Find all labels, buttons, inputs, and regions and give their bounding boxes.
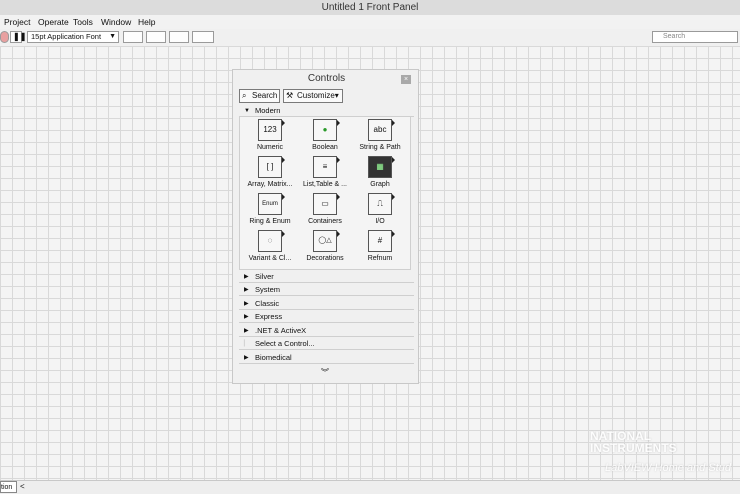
variant-class-tile[interactable]: ◌ Variant & Cl... <box>242 230 298 266</box>
labview-watermark: LabVIEW Home and Stud <box>605 462 731 474</box>
menu-help[interactable]: Help <box>138 15 155 29</box>
separator-icon: ▏ <box>244 341 249 347</box>
collapsed-triangle-icon: ▶ <box>244 287 249 293</box>
palette-search-button[interactable]: ⌕ Search <box>239 89 280 103</box>
graph-icon: ▦ <box>368 156 395 178</box>
ring-enum-tile[interactable]: Enum Ring & Enum <box>242 193 298 229</box>
collapsed-triangle-icon: ▶ <box>244 314 249 320</box>
decorations-icon: ◯△ <box>313 230 340 252</box>
menu-window[interactable]: Window <box>101 15 131 29</box>
io-tile[interactable]: ⎍ I/O <box>352 193 408 229</box>
close-icon[interactable]: × <box>401 75 411 84</box>
toolbar: ❚❚ 15pt Application Font ▼ Search <box>0 29 740 47</box>
search-icon: ⌕ <box>242 91 247 100</box>
window-title: Untitled 1 Front Panel <box>0 0 740 16</box>
expand-more-icon[interactable]: ︾ <box>321 367 329 378</box>
variant-class-icon: ◌ <box>258 230 285 252</box>
category-classic[interactable]: ▶ Classic <box>239 298 414 310</box>
list-table-tile[interactable]: ≡ List,Table & ... <box>297 156 353 192</box>
string-path-icon: abc <box>368 119 395 141</box>
refnum-icon: # <box>368 230 395 252</box>
search-input[interactable]: Search <box>652 31 738 43</box>
io-icon: ⎍ <box>368 193 395 215</box>
collapsed-triangle-icon: ▶ <box>244 355 249 361</box>
controls-palette: Controls × ⌕ Search ⚒ Customize▾ ▼ Modern 1… <box>232 69 419 384</box>
chevron-down-icon: ▼ <box>109 33 116 40</box>
numeric-tile[interactable]: 123 Numeric <box>242 119 298 155</box>
menu-operate[interactable]: Operate <box>38 15 69 29</box>
refnum-tile[interactable]: # Refnum <box>352 230 408 266</box>
pause-button[interactable]: ❚❚ <box>10 31 26 43</box>
menu-project[interactable]: Project <box>4 15 30 29</box>
string-path-tile[interactable]: abc String & Path <box>352 119 408 155</box>
resize-objects-icon[interactable] <box>169 31 189 43</box>
array-matrix-tile[interactable]: [ ] Array, Matrix... <box>242 156 298 192</box>
palette-title: Controls <box>307 73 346 84</box>
font-dropdown[interactable]: 15pt Application Font ▼ <box>27 31 119 43</box>
numeric-icon: 123 <box>258 119 285 141</box>
status-bar: tion < <box>0 480 740 494</box>
graph-tile[interactable]: ▦ Graph <box>352 156 408 192</box>
decorations-tile[interactable]: ◯△ Decorations <box>297 230 353 266</box>
wrench-icon: ⚒ <box>286 91 294 100</box>
collapsed-triangle-icon: ▶ <box>244 301 249 307</box>
scroll-left-icon[interactable]: < <box>20 481 25 493</box>
ni-logo: NATIONAL INSTRUMENTS <box>590 429 677 455</box>
containers-tile[interactable]: ▭ Containers <box>297 193 353 229</box>
ring-enum-icon: Enum <box>258 193 285 215</box>
boolean-icon: ● <box>313 119 340 141</box>
menu-tools[interactable]: Tools <box>73 15 93 29</box>
list-table-icon: ≡ <box>313 156 340 178</box>
category-silver[interactable]: ▶ Silver <box>239 271 414 283</box>
array-icon: [ ] <box>258 156 285 178</box>
abort-button[interactable] <box>0 31 9 43</box>
boolean-tile[interactable]: ● Boolean <box>297 119 353 155</box>
align-objects-icon[interactable] <box>123 31 143 43</box>
status-text: tion <box>0 481 17 493</box>
category-express[interactable]: ▶ Express <box>239 311 414 323</box>
category-dotnet-activex[interactable]: ▶ .NET & ActiveX <box>239 325 414 337</box>
font-label: 15pt Application Font <box>31 32 102 41</box>
category-system[interactable]: ▶ System <box>239 284 414 296</box>
distribute-objects-icon[interactable] <box>146 31 166 43</box>
chevron-down-icon: ▾ <box>334 91 339 100</box>
collapsed-triangle-icon: ▶ <box>244 328 249 334</box>
modern-subpalette: 123 Numeric ● Boolean abc String & Path [ ]… <box>239 116 411 270</box>
select-control-item[interactable]: ▏ Select a Control... <box>239 338 414 350</box>
category-biomedical[interactable]: ▶ Biomedical <box>239 352 414 364</box>
menu-bar: Project Operate Tools Window Help <box>0 15 740 30</box>
reorder-icon[interactable] <box>192 31 214 43</box>
customize-button[interactable]: ⚒ Customize▾ <box>283 89 343 103</box>
collapsed-triangle-icon: ▶ <box>244 274 249 280</box>
containers-icon: ▭ <box>313 193 340 215</box>
